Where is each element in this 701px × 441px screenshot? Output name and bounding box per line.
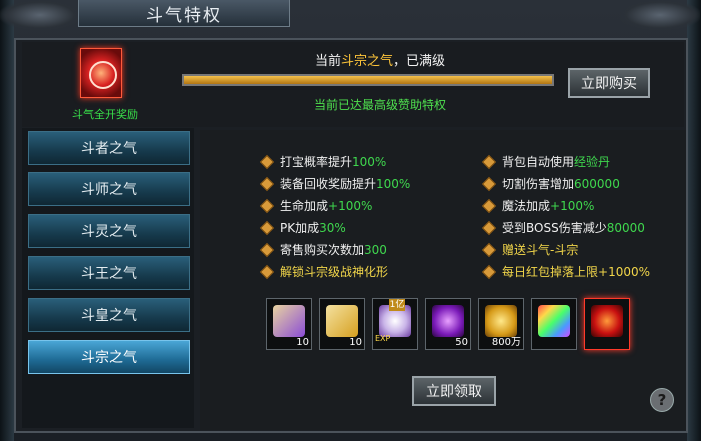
perk-item: 寄售购买次数加 300: [259, 241, 387, 258]
corner-ornament-left: [0, 0, 80, 30]
reward-quantity: 800万: [491, 337, 521, 348]
perk-text: 赠送斗气-斗宗: [502, 243, 579, 257]
diamond-bullet-icon: [259, 198, 275, 213]
diamond-bullet-icon: [259, 242, 275, 257]
buy-now-button[interactable]: 立即购买: [568, 68, 650, 98]
gift-label: 斗气全开奖励: [72, 108, 138, 121]
reward-slot[interactable]: 10: [266, 298, 312, 350]
purple-scroll-icon: [273, 305, 305, 337]
perk-text: PK加成: [280, 221, 320, 235]
sidebar-item[interactable]: 斗宗之气: [28, 340, 190, 374]
perk-item: 受到BOSS伤害减少 80000: [481, 219, 645, 236]
perk-text: 生命加成: [280, 199, 329, 213]
progress-label: 当前已达最高级赞助特权: [313, 98, 446, 112]
status-level: 斗宗之气: [340, 54, 393, 69]
level-status-text: 当前斗宗之气，已满级: [200, 50, 560, 69]
level-progress-bar: [182, 74, 554, 86]
perk-value: 300: [364, 242, 387, 257]
reward-slot[interactable]: 800万: [478, 298, 524, 350]
help-icon[interactable]: ?: [650, 388, 674, 412]
perk-item: PK加成 30%: [259, 219, 346, 236]
gift-box-icon[interactable]: [80, 48, 122, 98]
red-dragon-icon: [591, 305, 623, 337]
perk-item: 生命加成 +100%: [259, 197, 373, 214]
reward-quantity: 10: [349, 337, 362, 348]
perk-text: 打宝概率提升: [280, 155, 353, 169]
sidebar-item[interactable]: 斗皇之气: [28, 298, 190, 332]
perk-value: 80000: [606, 220, 645, 235]
perk-text: 背包自动使用: [502, 155, 575, 169]
gold-scroll-icon: [326, 305, 358, 337]
diamond-bullet-icon: [481, 198, 497, 213]
perk-value: +100%: [328, 198, 373, 213]
reward-slot[interactable]: [584, 298, 630, 350]
reward-slot[interactable]: 50: [425, 298, 471, 350]
perk-value: +1000%: [598, 264, 651, 279]
perk-value: 600000: [574, 176, 620, 191]
exp-label: EXP: [375, 334, 391, 343]
perk-item: 解锁斗宗级战神化形: [259, 263, 389, 280]
perk-text: 受到BOSS伤害减少: [502, 221, 607, 235]
right-frame-edge: [687, 0, 701, 441]
diamond-bullet-icon: [481, 220, 497, 235]
diamond-bullet-icon: [259, 154, 275, 169]
sidebar-item[interactable]: 斗者之气: [28, 131, 190, 165]
rewards-row: 10 10 1亿 EXP 50 800万: [266, 298, 636, 358]
perk-text: 每日红包掉落上限: [502, 265, 599, 279]
perk-item: 每日红包掉落上限 +1000%: [481, 263, 651, 280]
window-title: 斗气特权: [78, 0, 290, 27]
diamond-bullet-icon: [259, 264, 275, 279]
reward-slot[interactable]: [531, 298, 577, 350]
perk-item: 装备回收奖励提升 100%: [259, 175, 411, 192]
reward-slot[interactable]: 10: [319, 298, 365, 350]
perk-text: 解锁斗宗级战神化形: [280, 265, 389, 279]
diamond-bullet-icon: [259, 220, 275, 235]
perk-item: 赠送斗气-斗宗: [481, 241, 579, 258]
diamond-bullet-icon: [481, 154, 497, 169]
perk-text: 魔法加成: [502, 199, 551, 213]
status-prefix: 当前: [314, 54, 341, 69]
perk-value: 30%: [319, 220, 346, 235]
rainbow-card-icon: [538, 305, 570, 337]
perk-value: 100%: [352, 154, 387, 169]
perk-text: 装备回收奖励提升: [280, 177, 377, 191]
claim-now-button[interactable]: 立即领取: [412, 376, 496, 406]
perk-item: 打宝概率提升 100%: [259, 153, 387, 170]
reward-quantity: 50: [455, 337, 468, 348]
reward-badge: 1亿: [389, 299, 405, 311]
status-suffix: ，已满级: [393, 54, 446, 69]
reward-quantity: 10: [296, 337, 309, 348]
perk-value: +100%: [550, 198, 595, 213]
left-frame-edge: [0, 0, 14, 441]
perk-text: 寄售购买次数加: [280, 243, 365, 257]
perk-item: 背包自动使用 经验丹: [481, 153, 611, 170]
perk-value: 经验丹: [574, 155, 611, 169]
reward-slot[interactable]: 1亿 EXP: [372, 298, 418, 350]
diamond-bullet-icon: [259, 176, 275, 191]
perk-value: 100%: [376, 176, 411, 191]
progress-fill: [184, 76, 552, 84]
sidebar-item[interactable]: 斗王之气: [28, 256, 190, 290]
diamond-bullet-icon: [481, 264, 497, 279]
perk-item: 魔法加成 +100%: [481, 197, 595, 214]
purple-orb-icon: [432, 305, 464, 337]
corner-ornament-right: [620, 0, 700, 30]
diamond-bullet-icon: [481, 176, 497, 191]
sidebar-item[interactable]: 斗灵之气: [28, 214, 190, 248]
perk-text: 切割伤害增加: [502, 177, 575, 191]
diamond-bullet-icon: [481, 242, 497, 257]
perk-item: 切割伤害增加 600000: [481, 175, 620, 192]
sidebar-item[interactable]: 斗师之气: [28, 172, 190, 206]
